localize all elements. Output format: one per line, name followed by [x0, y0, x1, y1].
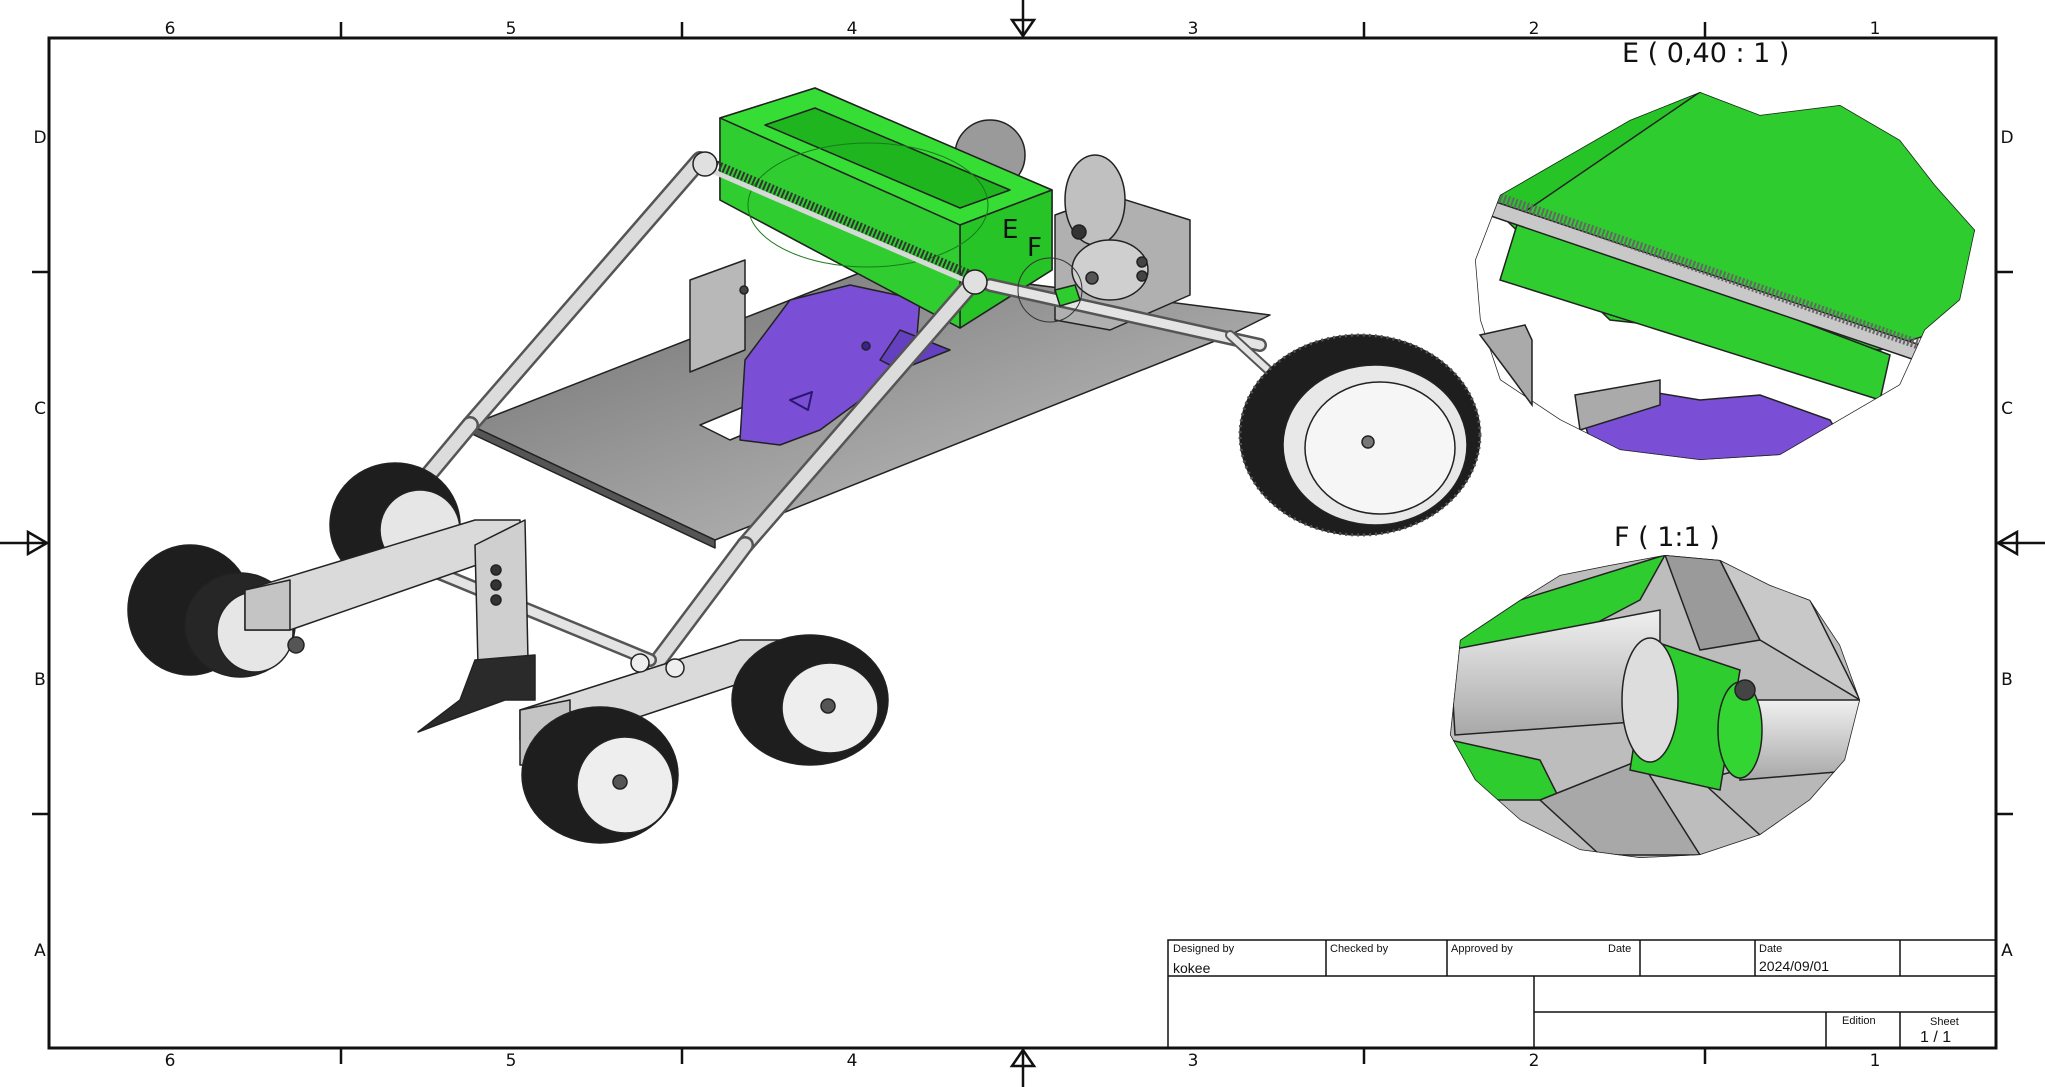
- detail-view-e-fragment: [1478, 324, 1533, 408]
- furrow-opener-shank: [474, 519, 529, 666]
- edition-label: Edition: [1842, 1015, 1876, 1027]
- row-label-left-a: A: [34, 941, 46, 961]
- checked-by-label: Checked by: [1330, 943, 1389, 955]
- front-right-wheel: [521, 706, 679, 844]
- row-label-left-c: C: [34, 399, 46, 419]
- centering-arrow-bottom: [1009, 1047, 1037, 1087]
- drawing-sheet: 6 5 4 3 2 1 6 5 4 3 2 1 D C B A D C B A: [0, 0, 2045, 1087]
- sheet-label: Sheet: [1930, 1016, 1959, 1028]
- row-label-right-b: B: [2001, 670, 2013, 690]
- column-label-bottom-2: 2: [1529, 1051, 1540, 1071]
- column-label-top-5: 5: [506, 19, 517, 39]
- column-label-top-2: 2: [1529, 19, 1540, 39]
- rear-wheel: [1238, 333, 1482, 537]
- detail-callout-e: E: [1002, 215, 1018, 245]
- row-label-right-d: D: [2000, 128, 2013, 148]
- designed-by-label: Designed by: [1173, 943, 1235, 955]
- title-block: [1167, 939, 1997, 1049]
- approved-by-label: Approved by: [1451, 943, 1513, 955]
- centering-arrow-left: [0, 529, 50, 557]
- row-label-right-a: A: [2001, 941, 2013, 961]
- main-assembly-view: E F: [127, 87, 1482, 844]
- designed-by-value: kokee: [1173, 960, 1211, 976]
- column-label-bottom-5: 5: [506, 1051, 517, 1071]
- column-label-bottom-4: 4: [847, 1051, 858, 1071]
- column-label-top-6: 6: [165, 19, 176, 39]
- furrow-opener-blade: [417, 654, 536, 733]
- detail-view-e: [1475, 92, 1975, 460]
- detail-view-e-title: E ( 0,40 : 1 ): [1622, 38, 1789, 69]
- front-right-wheel-rear: [731, 634, 889, 766]
- date-value: 2024/09/01: [1759, 958, 1829, 974]
- centering-arrow-right: [1995, 529, 2045, 557]
- column-label-top-3: 3: [1188, 19, 1199, 39]
- sheet-value: 1 / 1: [1920, 1029, 1951, 1046]
- date-label: Date: [1759, 943, 1782, 955]
- detail-callout-f: F: [1027, 233, 1042, 263]
- row-label-left-b: B: [34, 670, 46, 690]
- centering-arrow-top: [1009, 0, 1037, 39]
- column-label-top-4: 4: [847, 19, 858, 39]
- column-label-bottom-1: 1: [1870, 1051, 1881, 1071]
- row-label-right-c: C: [2001, 399, 2013, 419]
- detail-view-f: [1450, 555, 1860, 858]
- column-label-bottom-3: 3: [1188, 1051, 1199, 1071]
- row-label-left-d: D: [33, 128, 46, 148]
- column-label-bottom-6: 6: [165, 1051, 176, 1071]
- column-label-top-1: 1: [1870, 19, 1881, 39]
- approval-date-label: Date: [1608, 943, 1631, 955]
- detail-view-f-title: F ( 1:1 ): [1614, 522, 1720, 553]
